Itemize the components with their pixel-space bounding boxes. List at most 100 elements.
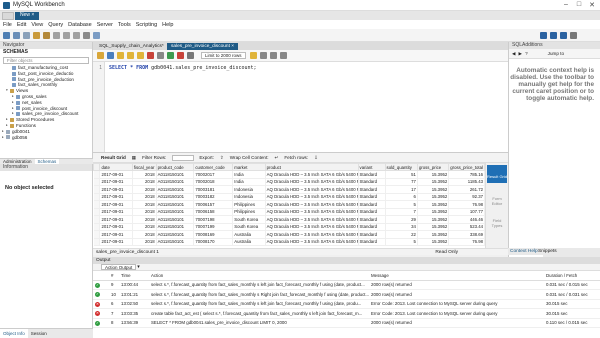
form-editor-button[interactable]: Form Editor [487,187,507,206]
column-header[interactable]: product [264,163,359,171]
menu-tools[interactable]: Tools [118,22,131,28]
table-row[interactable]: 2017-09-01 2018 A0118150101 70006158 Philipp… [93,208,485,216]
close-icon[interactable]: × [231,44,234,49]
table-cell[interactable]: 2017-09-01 [99,200,133,209]
table-cell[interactable]: 15.3952 [417,215,450,224]
table-cell[interactable]: 70002017 [193,170,234,179]
close-icon[interactable]: × [31,12,34,18]
open-file-icon[interactable] [97,52,104,59]
table-cell[interactable]: 2018 [132,223,157,231]
table-cell[interactable]: A0118150101 [156,193,195,201]
tab-sql-file[interactable]: SQL_Supply_chain_Analytics* [95,43,168,50]
table-row[interactable]: 2017-09-01 2018 A0118150101 70002018 India AQ… [93,178,485,186]
autocommit-icon[interactable] [187,52,194,59]
table-cell[interactable]: 2018 [132,185,157,194]
table-cell[interactable]: 2018 [132,193,157,201]
create-procedure-icon[interactable] [63,31,70,39]
table-cell[interactable]: 2017-09-01 [99,238,133,246]
table-cell[interactable]: 6 [385,193,418,201]
table-cell[interactable]: AQ Dracula HDD – 3.5 Inch SATA 6 Gb/s 54… [265,230,359,239]
table-cell[interactable]: South Korea [232,215,266,224]
home-tab[interactable] [2,12,14,20]
table-cell[interactable]: Standard [358,200,386,209]
menu-edit[interactable]: Edit [17,22,26,28]
limit-rows-select[interactable]: Limit to 2000 rows [201,52,246,59]
table-cell[interactable]: 785.16 [448,170,485,179]
forward-icon[interactable]: ▶ [519,51,523,57]
table-cell[interactable]: Standard [358,185,386,194]
column-header[interactable]: customer_code [193,163,234,171]
result-grid[interactable]: date fiscal_year product_code customer_c… [93,163,485,248]
table-row[interactable]: 2017-09-01 2018 A0118150101 70008170 Austral… [93,238,485,246]
minimize-icon[interactable]: – [560,1,572,8]
menu-view[interactable]: View [31,22,43,28]
table-cell[interactable]: Australia [232,238,266,246]
new-sql-tab-icon[interactable] [3,31,10,39]
commit-icon[interactable] [167,52,174,59]
table-cell[interactable]: Philippines [232,200,266,209]
menu-scripting[interactable]: Scripting [136,22,157,28]
menu-database[interactable]: Database [68,22,92,28]
table-cell[interactable]: 2018 [132,208,157,216]
fetch-rows-icon[interactable]: ⇩ [314,155,318,161]
table-cell[interactable]: Indonesia [232,185,266,194]
table-cell[interactable]: 15.3952 [417,200,450,209]
table-cell[interactable]: 70007198 [193,215,234,224]
table-cell[interactable]: AQ Dracula HDD – 3.5 Inch SATA 6 Gb/s 54… [265,208,359,216]
search-table-data-icon[interactable] [83,31,90,39]
table-cell[interactable]: 70007199 [193,223,234,231]
table-cell[interactable]: A0118150101 [156,200,195,209]
table-cell[interactable]: 2017-09-01 [99,193,133,201]
output-row[interactable]: ✕ 6 13:02:50 select s.*, f.forecast_quantit… [93,299,600,309]
tree-item-schema[interactable]: ▸ gdb056 [2,135,92,141]
result-grid-button[interactable]: Result Grid [487,165,507,183]
table-cell[interactable]: 2017-09-01 [99,208,133,216]
menu-help[interactable]: Help [162,22,173,28]
table-cell[interactable]: 15.3952 [417,223,450,231]
table-row[interactable]: 2017-09-01 2018 A0118150101 70006157 Philipp… [93,200,485,209]
output-row[interactable]: ✓ 10 13:01:21 select s.*, f.forecast_quanti… [93,289,600,300]
inspector-icon[interactable] [23,31,30,39]
table-cell[interactable]: 2018 [132,170,157,179]
table-cell[interactable]: A0118150101 [156,185,195,194]
table-cell[interactable]: 523.44 [448,223,485,231]
column-header[interactable]: gross_price [416,163,450,171]
table-row[interactable]: 2017-09-01 2018 A0118150101 70002017 India AQ… [93,170,485,179]
wrap-cell-icon[interactable]: ↵ [275,155,279,161]
table-cell[interactable]: A0118150101 [156,178,195,186]
table-cell[interactable]: 5 [385,238,418,246]
stop-icon[interactable] [147,52,154,59]
table-row[interactable]: 2017-09-01 2018 A0118150101 70007198 South K… [93,215,485,224]
table-row[interactable]: 2017-09-01 2018 A0118150101 70003181 Indones… [93,185,485,194]
table-cell[interactable]: 92.37 [448,193,485,201]
explain-icon[interactable] [137,52,144,59]
field-types-button[interactable]: Field Types [487,209,507,228]
connection-tab[interactable]: New × [15,12,40,20]
table-cell[interactable]: 2017-09-01 [99,215,133,224]
table-cell[interactable]: Standard [358,230,386,239]
table-cell[interactable]: 70002018 [193,178,234,186]
toggle-output-icon[interactable] [550,32,557,39]
table-cell[interactable]: 2018 [132,200,157,209]
output-row[interactable]: ✓ 9 13:00:44 select s.*, f.forecast_quantit… [93,280,600,290]
table-cell[interactable]: Standard [358,223,386,231]
table-cell[interactable]: AQ Dracula HDD – 3.5 Inch SATA 6 Gb/s 54… [265,238,359,246]
column-header[interactable]: gross_price_total [448,163,485,171]
table-cell[interactable]: 2017-09-01 [99,178,133,186]
table-cell[interactable]: 77 [385,178,418,186]
table-cell[interactable]: 2017-09-01 [99,170,133,179]
menu-query[interactable]: Query [48,22,63,28]
back-icon[interactable]: ◀ [512,51,516,57]
table-cell[interactable]: Indonesia [232,193,266,201]
beautify-icon[interactable] [249,52,257,59]
filter-rows-input[interactable] [172,154,195,161]
table-cell[interactable]: India [232,178,266,186]
action-output-select[interactable]: Action Output [101,264,137,270]
filter-objects-input[interactable]: Filter objects [3,57,89,64]
table-cell[interactable]: Standard [358,193,386,201]
create-table-icon[interactable] [43,31,50,39]
table-cell[interactable]: 15.3952 [417,178,450,186]
table-cell[interactable]: 34 [385,223,418,231]
menu-server[interactable]: Server [97,22,113,28]
table-cell[interactable]: A0118150101 [156,238,195,246]
